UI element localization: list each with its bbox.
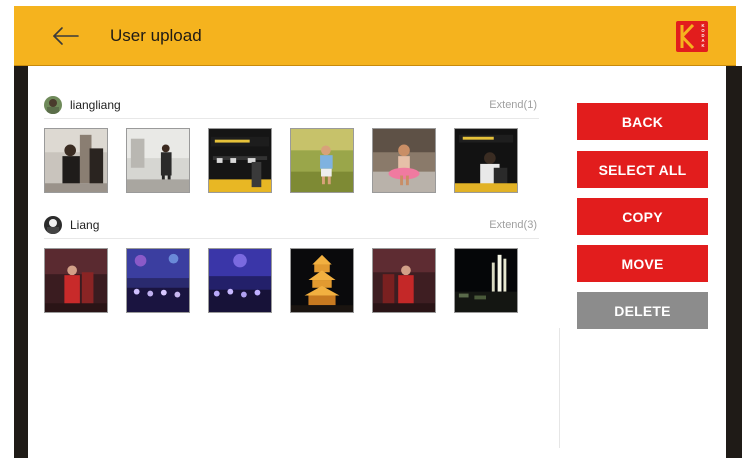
photo-thumbnail[interactable] bbox=[44, 248, 108, 313]
avatar bbox=[44, 96, 62, 114]
username: liangliang bbox=[70, 98, 121, 112]
panel-divider bbox=[559, 328, 560, 448]
photo-thumbnail[interactable] bbox=[454, 128, 518, 193]
photo-thumbnail[interactable] bbox=[126, 248, 190, 313]
outer-frame-left bbox=[0, 0, 14, 458]
svg-text:K: K bbox=[701, 43, 704, 48]
back-button[interactable]: BACK bbox=[577, 103, 708, 140]
photo-thumbnail[interactable] bbox=[208, 128, 272, 193]
group-header: Liang Extend(3) bbox=[44, 216, 539, 239]
upload-group: Liang Extend(3) bbox=[44, 216, 539, 316]
photo-thumbnail[interactable] bbox=[372, 248, 436, 313]
kodak-logo: K O D A K bbox=[676, 21, 708, 52]
delete-button[interactable]: DELETE bbox=[577, 292, 708, 329]
username: Liang bbox=[70, 218, 100, 232]
extend-link[interactable]: Extend(3) bbox=[489, 219, 537, 231]
copy-button[interactable]: COPY bbox=[577, 198, 708, 235]
photo-thumbnail[interactable] bbox=[372, 128, 436, 193]
screen-bezel-left bbox=[14, 66, 28, 458]
app-header: User upload K O D A K bbox=[14, 6, 736, 66]
avatar bbox=[44, 216, 62, 234]
photo-thumbnail[interactable] bbox=[290, 248, 354, 313]
photo-thumbnail[interactable] bbox=[126, 128, 190, 193]
group-header: liangliang Extend(1) bbox=[44, 96, 539, 119]
thumbnail-row bbox=[44, 128, 539, 196]
photo-thumbnail[interactable] bbox=[454, 248, 518, 313]
thumbnail-row bbox=[44, 248, 539, 316]
content-area: liangliang Extend(1) Liang Extend(3) BAC… bbox=[28, 66, 726, 458]
photo-thumbnail[interactable] bbox=[44, 128, 108, 193]
extend-link[interactable]: Extend(1) bbox=[489, 99, 537, 111]
page-title: User upload bbox=[110, 26, 202, 45]
move-button[interactable]: MOVE bbox=[577, 245, 708, 282]
back-arrow-icon[interactable] bbox=[52, 24, 80, 48]
photo-thumbnail[interactable] bbox=[208, 248, 272, 313]
screen-bezel-right bbox=[726, 66, 742, 458]
select-all-button[interactable]: SELECT ALL bbox=[577, 151, 708, 188]
upload-group: liangliang Extend(1) bbox=[44, 96, 539, 196]
photo-thumbnail[interactable] bbox=[290, 128, 354, 193]
